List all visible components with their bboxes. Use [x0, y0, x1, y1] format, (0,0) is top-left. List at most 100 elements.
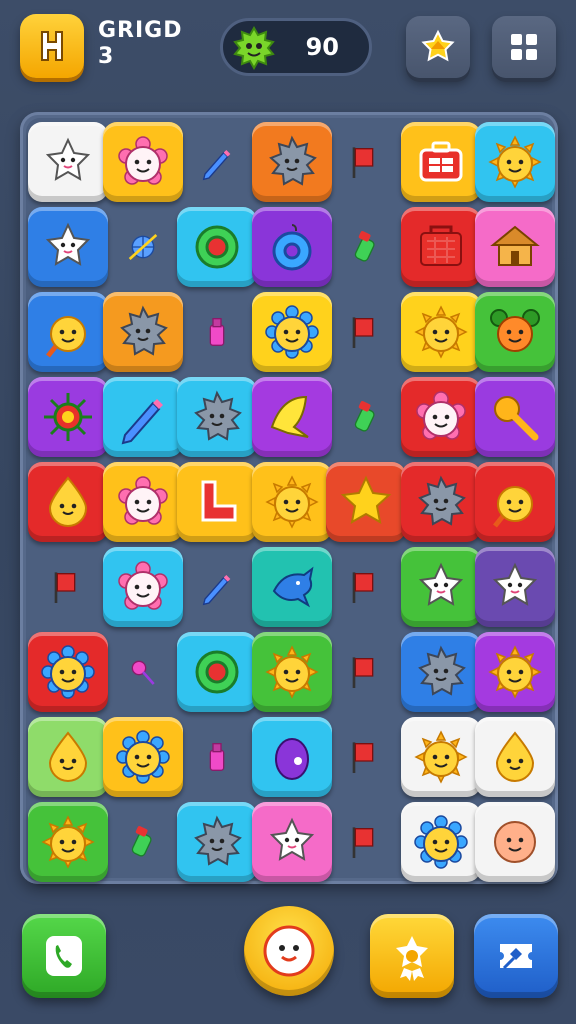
board-tile[interactable] [475, 717, 555, 797]
flag-icon [352, 317, 374, 348]
board-tile[interactable] [177, 802, 257, 882]
star-badge-icon [421, 29, 455, 62]
board-tile[interactable] [195, 547, 239, 627]
spiky-face-icon [194, 815, 242, 866]
board-tile[interactable] [28, 717, 108, 797]
title-text: GRIGD [98, 18, 183, 43]
board-tile[interactable] [102, 547, 183, 627]
board-tile[interactable] [326, 462, 406, 542]
flag-icon [352, 657, 374, 688]
level-number: 3 [98, 44, 114, 69]
board-tile[interactable] [102, 292, 183, 372]
sun-face-icon [264, 475, 319, 529]
spiky-face-icon [194, 390, 242, 441]
board-tile[interactable] [28, 207, 108, 287]
board-tile[interactable] [28, 802, 108, 882]
bottle-icon [209, 318, 225, 346]
face-icon [263, 925, 315, 977]
board-tile[interactable] [177, 462, 257, 542]
board-tile[interactable] [251, 462, 332, 542]
logo-button[interactable] [20, 14, 84, 78]
board-tile[interactable] [251, 547, 332, 627]
pencil-icon [202, 150, 231, 181]
board-tile[interactable] [102, 377, 183, 457]
star-face-icon [45, 222, 91, 266]
star-face-icon [492, 562, 538, 606]
board-tile[interactable] [177, 632, 257, 712]
board-tile[interactable] [102, 122, 183, 202]
lolly-face-icon [493, 486, 533, 528]
board-tile[interactable] [475, 802, 555, 882]
board-tile[interactable] [195, 122, 239, 202]
star-button[interactable] [406, 16, 470, 78]
board-tile[interactable] [344, 207, 388, 287]
board-tile[interactable] [475, 632, 555, 712]
board-tile[interactable] [251, 717, 332, 797]
board-tile[interactable] [400, 207, 481, 287]
board-tile[interactable] [344, 632, 388, 712]
flower-face-icon [117, 136, 168, 185]
board-tile[interactable] [251, 632, 332, 712]
board-tile[interactable] [251, 802, 332, 882]
board-tile[interactable] [28, 462, 108, 542]
marker-icon [131, 826, 152, 857]
star-face-icon [269, 817, 314, 861]
phone-button[interactable] [22, 914, 106, 998]
board-tile[interactable] [344, 122, 388, 202]
shop-button[interactable] [474, 914, 558, 998]
board-tile[interactable] [344, 547, 388, 627]
spiky-face-icon [417, 475, 466, 526]
board-tile[interactable] [102, 462, 183, 542]
board-tile[interactable] [344, 292, 388, 372]
badge-button[interactable] [370, 914, 454, 998]
board-tile[interactable] [177, 377, 257, 457]
board-tile[interactable] [400, 462, 481, 542]
board-tile[interactable] [400, 547, 481, 627]
board-tile[interactable] [177, 207, 257, 287]
board-tile[interactable] [121, 632, 165, 712]
board-tile[interactable] [475, 122, 555, 202]
bear-face-icon [490, 309, 540, 352]
globe-icon [128, 234, 157, 260]
board-tile[interactable] [28, 122, 108, 202]
house-icon [490, 225, 540, 266]
green-monster-icon [233, 25, 275, 71]
board-tile[interactable] [400, 122, 481, 202]
board-tile[interactable] [46, 547, 90, 627]
drop-face-icon [48, 731, 88, 782]
board-tile[interactable] [195, 717, 239, 797]
bottle-icon [209, 743, 225, 771]
board-tile[interactable] [400, 632, 481, 712]
flag-icon [54, 572, 76, 603]
grid-menu-button[interactable] [492, 16, 556, 78]
flag-icon [352, 572, 374, 603]
board-tile[interactable] [102, 717, 183, 797]
board-tile[interactable] [475, 547, 555, 627]
board-tile[interactable] [475, 292, 555, 372]
drop-face-icon [48, 476, 88, 527]
board-tile[interactable] [475, 207, 555, 287]
board-tile[interactable] [344, 377, 388, 457]
score-display: 90 [220, 18, 372, 76]
board-tile[interactable] [475, 462, 555, 542]
board-tile[interactable] [251, 377, 332, 457]
board-tile[interactable] [251, 292, 332, 372]
play-button[interactable] [244, 906, 334, 996]
board-tile[interactable] [400, 292, 481, 372]
board-tile[interactable] [251, 207, 332, 287]
board-tile[interactable] [28, 632, 108, 712]
board-tile[interactable] [121, 802, 165, 882]
board-tile[interactable] [28, 292, 108, 372]
board-tile[interactable] [251, 122, 332, 202]
board-tile[interactable] [400, 802, 481, 882]
board-tile[interactable] [344, 802, 388, 882]
board-tile[interactable] [28, 377, 108, 457]
board-tile[interactable] [195, 292, 239, 372]
marker-icon [354, 231, 375, 262]
board-tile[interactable] [475, 377, 555, 457]
egg-icon [274, 738, 309, 780]
board-tile[interactable] [344, 717, 388, 797]
board-tile[interactable] [121, 207, 165, 287]
board-tile[interactable] [400, 717, 481, 797]
board-tile[interactable] [400, 377, 481, 457]
